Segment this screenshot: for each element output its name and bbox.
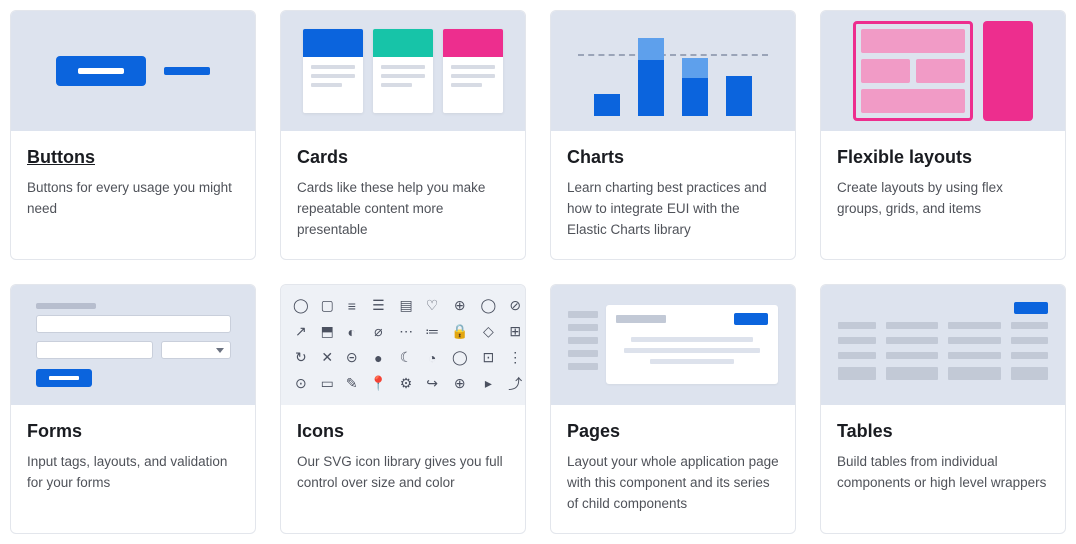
card-description: Cards like these help you make repeatabl… [297, 178, 509, 241]
card-pages[interactable]: Pages Layout your whole application page… [550, 284, 796, 534]
card-buttons[interactable]: Buttons Buttons for every usage you migh… [10, 10, 256, 260]
primary-button-icon [56, 56, 146, 86]
card-charts[interactable]: Charts Learn charting best practices and… [550, 10, 796, 260]
thumb-forms [11, 285, 255, 405]
card-flexible-layouts[interactable]: Flexible layouts Create layouts by using… [820, 10, 1066, 260]
card-title: Icons [297, 421, 509, 442]
mini-card-icon [443, 29, 503, 113]
card-description: Learn charting best practices and how to… [567, 178, 779, 241]
thumb-buttons [11, 11, 255, 131]
thumb-tables [821, 285, 1065, 405]
card-title: Charts [567, 147, 779, 168]
table-icon [838, 302, 1048, 388]
bar-chart-icon [578, 26, 768, 116]
card-title: Buttons [27, 147, 239, 168]
card-description: Our SVG icon library gives you full cont… [297, 452, 509, 494]
card-description: Input tags, layouts, and validation for … [27, 452, 239, 494]
card-cards[interactable]: Cards Cards like these help you make rep… [280, 10, 526, 260]
thumb-cards [281, 11, 525, 131]
card-description: Create layouts by using flex groups, gri… [837, 178, 1049, 220]
card-title: Forms [27, 421, 239, 442]
card-description: Buttons for every usage you might need [27, 178, 239, 220]
thumb-flexible-layouts [821, 11, 1065, 131]
form-icon [36, 303, 231, 387]
flex-layout-icon [853, 21, 1033, 121]
thumb-icons: ◯▢≡☰▤♡⊕◯⊘ ↗⬒◐⌀⋯≔🔒◇⊞ ↻✕⊝●☾◔◯⊡⋮ ⊙▭✎📍⚙↪⊕▸⤴ [281, 285, 525, 405]
card-icons[interactable]: ◯▢≡☰▤♡⊕◯⊘ ↗⬒◐⌀⋯≔🔒◇⊞ ↻✕⊝●☾◔◯⊡⋮ ⊙▭✎📍⚙↪⊕▸⤴ … [280, 284, 526, 534]
small-button-icon [164, 67, 210, 75]
card-title: Pages [567, 421, 779, 442]
page-layout-icon [568, 305, 778, 384]
thumb-charts [551, 11, 795, 131]
mini-card-icon [373, 29, 433, 113]
card-description: Build tables from individual components … [837, 452, 1049, 494]
card-title: Cards [297, 147, 509, 168]
component-gallery-grid: Buttons Buttons for every usage you migh… [10, 10, 1066, 534]
mini-card-icon [303, 29, 363, 113]
card-title: Tables [837, 421, 1049, 442]
thumb-pages [551, 285, 795, 405]
card-description: Layout your whole application page with … [567, 452, 779, 515]
card-tables[interactable]: Tables Build tables from individual comp… [820, 284, 1066, 534]
card-title: Flexible layouts [837, 147, 1049, 168]
icon-grid-icon: ◯▢≡☰▤♡⊕◯⊘ ↗⬒◐⌀⋯≔🔒◇⊞ ↻✕⊝●☾◔◯⊡⋮ ⊙▭✎📍⚙↪⊕▸⤴ [293, 298, 513, 392]
card-forms[interactable]: Forms Input tags, layouts, and validatio… [10, 284, 256, 534]
